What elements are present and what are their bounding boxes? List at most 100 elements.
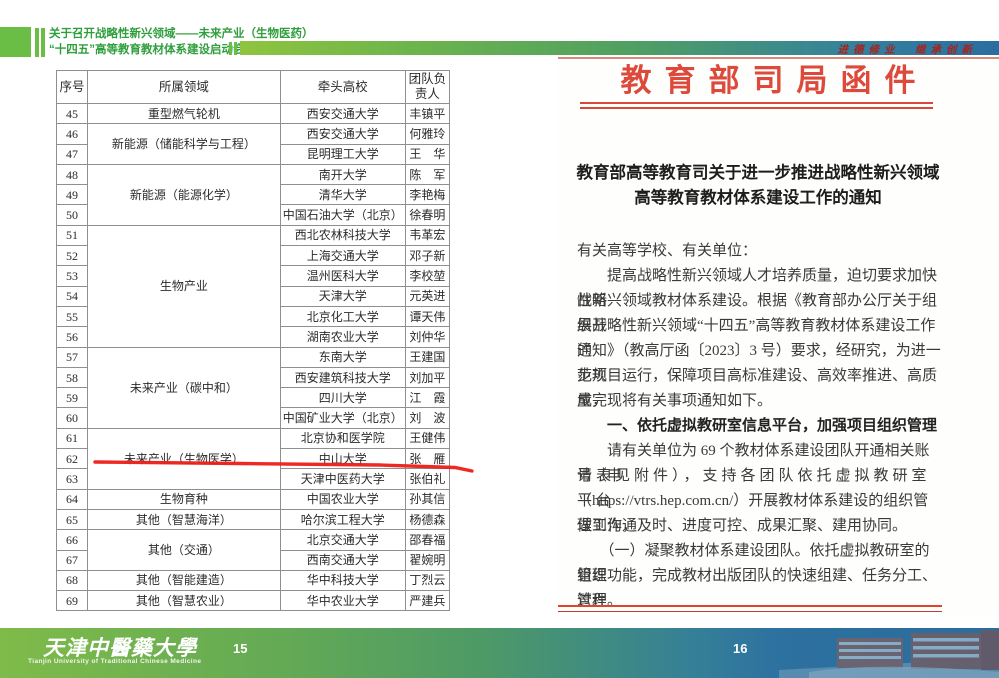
letter-line: 展战略性新兴领域“十四五”高等教育教材体系建设工作的 (577, 314, 941, 339)
header-accent-bar-small (229, 42, 232, 55)
cell-number: 58 (57, 367, 88, 387)
cell-university: 东南大学 (280, 347, 405, 367)
cell-leader: 王健伟 (405, 428, 449, 448)
cell-field: 新能源（储能科学与工程） (88, 124, 280, 165)
letter-line: 性新兴领域教材体系建设。根据《教育部办公厅关于组织开 (577, 289, 941, 314)
letter-line: （一）凝聚教材体系建设团队。依托虚拟教研室的组织 (577, 539, 941, 564)
cell-leader: 王建国 (405, 347, 449, 367)
letter-line: （https://vtrs.hep.com.cn/）开展教材体系建设的组织管理工… (577, 489, 941, 514)
cell-university: 西安建筑科技大学 (280, 367, 405, 387)
col-header-field: 所属领域 (88, 71, 280, 104)
cell-leader: 丁烈云 (405, 570, 449, 590)
cell-university: 中山大学 (280, 449, 405, 469)
cell-university: 北京协和医学院 (280, 428, 405, 448)
table-row: 65其他（智慧海洋）哈尔滨工程大学杨德森 (57, 509, 450, 529)
cell-university: 西安交通大学 (280, 104, 405, 124)
letter-line: 范项目运行，保障项目高标准建设、高效率推进、高质量完 (577, 364, 941, 389)
table-row: 51生物产业西北农林科技大学韦革宏 (57, 225, 450, 245)
cell-number: 46 (57, 124, 88, 144)
project-table: 序号 所属领域 牵头高校 团队负责人 45重型燃气轮机西安交通大学丰镇平46新能… (56, 70, 450, 611)
letter-line: 一、依托虚拟教研室信息平台，加强项目组织管理 (577, 414, 941, 439)
letter-top-rule (558, 57, 999, 59)
table-row: 69其他（智慧农业）华中农业大学严建兵 (57, 591, 450, 611)
table-row: 64生物育种中国农业大学孙其信 (57, 489, 450, 509)
letter-bottom-double-rule (558, 605, 942, 612)
cell-university: 北京化工大学 (280, 306, 405, 326)
cell-number: 59 (57, 388, 88, 408)
table-row: 66其他（交通）北京交通大学邵春福 (57, 530, 450, 550)
university-logo-en: Tianjin University of Traditional Chines… (28, 658, 201, 665)
table-row: 46新能源（储能科学与工程）西安交通大学何雅玲 (57, 124, 450, 144)
page-number-left: 15 (233, 641, 247, 656)
header-accent-block (0, 27, 31, 57)
cell-university: 西南交通大学 (280, 550, 405, 570)
cell-university: 上海交通大学 (280, 246, 405, 266)
cell-university: 清华大学 (280, 185, 405, 205)
cell-field: 重型燃气轮机 (88, 104, 280, 124)
col-header-number: 序号 (57, 71, 88, 104)
cell-number: 60 (57, 408, 88, 428)
cell-number: 52 (57, 246, 88, 266)
cell-university: 华中农业大学 (280, 591, 405, 611)
letterhead-double-rule (580, 102, 933, 109)
letter-line: 管理功能，完成教材出版团队的快速组建、任务分工、过程 (577, 564, 941, 589)
header-accent-bar (41, 28, 45, 57)
cell-leader: 韦革宏 (405, 225, 449, 245)
cell-number: 51 (57, 225, 88, 245)
cell-field: 其他（智慧海洋） (88, 509, 280, 529)
letter-line: 有关高等学校、有关单位： (577, 239, 941, 264)
footer-band: 天津中醫藥大學 Tianjin University of Traditiona… (0, 628, 999, 678)
cell-university: 中国矿业大学（北京） (280, 408, 405, 428)
campus-photo (779, 628, 999, 678)
letterhead-title: 教育部司局函件 (578, 61, 958, 101)
cell-number: 66 (57, 530, 88, 550)
cell-number: 65 (57, 509, 88, 529)
cell-leader: 严建兵 (405, 591, 449, 611)
cell-number: 64 (57, 489, 88, 509)
cell-field: 生物产业 (88, 225, 280, 347)
col-header-leader: 团队负责人 (405, 71, 449, 104)
cell-field: 新能源（能源化学） (88, 164, 280, 225)
cell-leader: 张 雁 (405, 449, 449, 469)
table-row: 68其他（智能建造）华中科技大学丁烈云 (57, 570, 450, 590)
cell-field: 其他（智慧农业） (88, 591, 280, 611)
cell-number: 68 (57, 570, 88, 590)
cell-leader: 刘 波 (405, 408, 449, 428)
cell-number: 57 (57, 347, 88, 367)
cell-university: 华中科技大学 (280, 570, 405, 590)
cell-university: 天津中医药大学 (280, 469, 405, 489)
letter-body: 有关高等学校、有关单位： 提高战略性新兴领域人才培养质量，迫切要求加快战略性新兴… (577, 239, 941, 614)
table-row: 57未来产业（碳中和）东南大学王建国 (57, 347, 450, 367)
cell-leader: 何雅玲 (405, 124, 449, 144)
cell-university: 温州医科大学 (280, 266, 405, 286)
cell-number: 69 (57, 591, 88, 611)
header-gradient-bar: 进德修业 继承创新 (240, 41, 999, 55)
cell-number: 56 (57, 327, 88, 347)
cell-number: 54 (57, 286, 88, 306)
cell-number: 47 (57, 144, 88, 164)
cell-leader: 江 霞 (405, 388, 449, 408)
cell-university: 哈尔滨工程大学 (280, 509, 405, 529)
letter-line: 通知》（教高厅函〔2023〕3 号）要求，经研究，为进一步规 (577, 339, 941, 364)
cell-number: 62 (57, 449, 88, 469)
page-number-right: 16 (733, 641, 747, 656)
table-row: 48新能源（能源化学）南开大学陈 军 (57, 164, 450, 184)
header-accent-bar (35, 28, 39, 57)
col-header-university: 牵头高校 (280, 71, 405, 104)
cell-university: 中国石油大学（北京） (280, 205, 405, 225)
cell-number: 49 (57, 185, 88, 205)
cell-number: 55 (57, 306, 88, 326)
cell-number: 61 (57, 428, 88, 448)
university-motto: 进德修业 继承创新 (838, 42, 978, 57)
cell-leader: 丰镇平 (405, 104, 449, 124)
table-row: 61未来产业（生物医学）北京协和医学院王健伟 (57, 428, 450, 448)
cell-university: 中国农业大学 (280, 489, 405, 509)
cell-leader: 孙其信 (405, 489, 449, 509)
cell-number: 45 (57, 104, 88, 124)
header-accent-bar-small (234, 42, 237, 55)
cell-university: 四川大学 (280, 388, 405, 408)
cell-leader: 李校堃 (405, 266, 449, 286)
cell-field: 未来产业（碳中和） (88, 347, 280, 428)
document-title-line2: 高等教育教材体系建设工作的通知 (566, 185, 950, 210)
table-row: 45重型燃气轮机西安交通大学丰镇平 (57, 104, 450, 124)
